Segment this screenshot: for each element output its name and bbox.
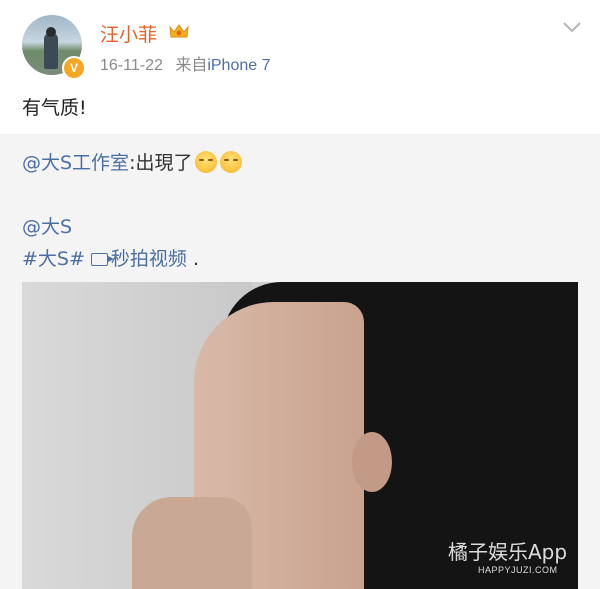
video-link[interactable]: 秒拍视频	[111, 248, 187, 270]
post-meta: 16-11-22 来自iPhone 7	[100, 51, 271, 75]
source-prefix: 来自	[175, 57, 208, 74]
repost-line-3: #大S# 秒拍视频 .	[22, 244, 199, 271]
watermark-title: 橘子娱乐App	[448, 540, 568, 564]
video-camera-icon	[90, 253, 114, 266]
video-hand	[132, 497, 252, 589]
crown-icon	[169, 24, 189, 38]
line-end: .	[186, 248, 200, 270]
post-text: 有气质!	[22, 97, 87, 119]
repost-text: :出現了	[129, 152, 193, 174]
mention-user[interactable]: @大S	[22, 216, 72, 238]
hashtag[interactable]: #大S#	[22, 248, 85, 270]
avatar-person	[44, 33, 58, 69]
smile-emoji-icon	[195, 151, 218, 173]
post-date: 16-11-22	[100, 57, 163, 74]
chevron-down-icon[interactable]	[562, 20, 582, 34]
avatar-head	[46, 27, 56, 37]
device-link[interactable]: iPhone 7	[207, 57, 270, 74]
mention-studio[interactable]: @大S工作室	[22, 152, 129, 174]
username[interactable]: 汪小菲	[100, 20, 157, 47]
repost-card[interactable]: @大S工作室:出現了 @大S #大S# 秒拍视频 .	[0, 134, 600, 589]
video-ear	[352, 432, 392, 492]
repost-line-1: @大S工作室:出現了	[22, 148, 243, 175]
watermark-url: HAPPYJUZI.COM	[478, 565, 558, 575]
post-header: V 汪小菲 16-11-22 来自iPhone 7	[0, 0, 600, 88]
verified-icon: V	[62, 56, 86, 80]
smile-emoji-icon	[220, 151, 243, 173]
repost-line-2: @大S	[22, 212, 72, 239]
